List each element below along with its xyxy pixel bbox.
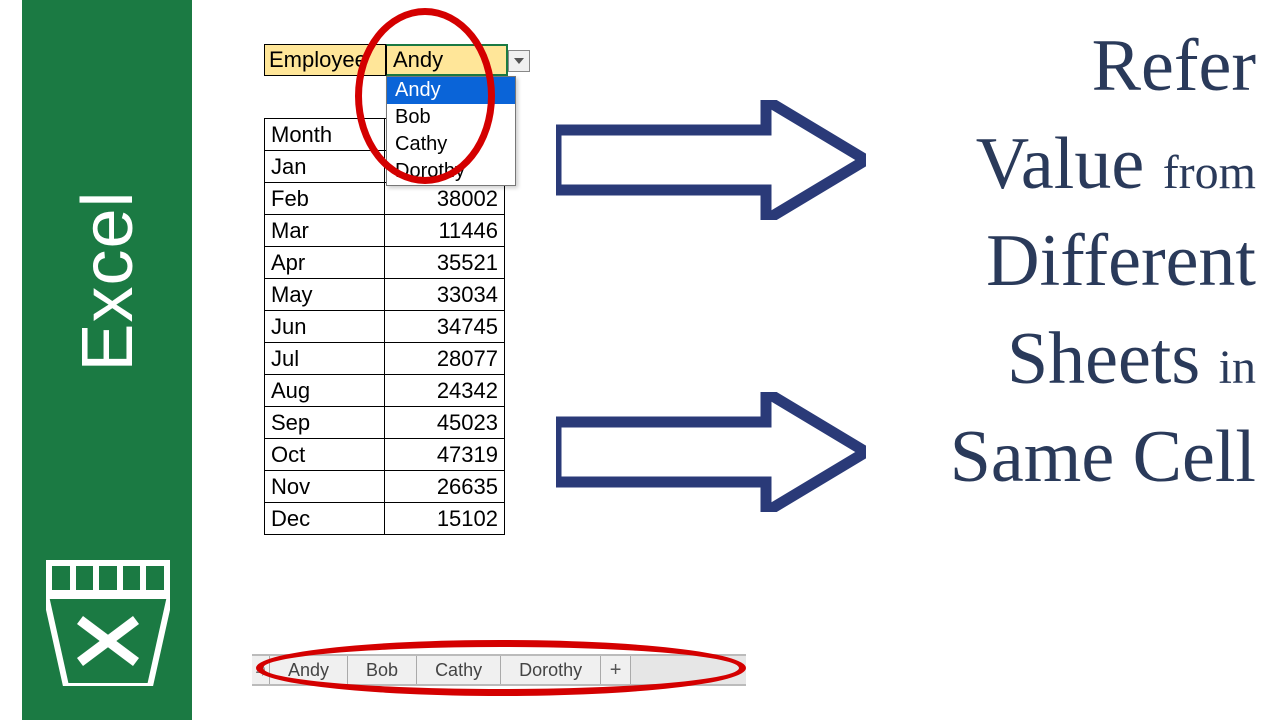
dropdown-toggle-icon[interactable] [508,50,530,72]
arrow-right-icon [556,100,866,220]
excel-banner: Excel [22,0,192,720]
title-line: Value from [856,116,1256,214]
employee-label-cell: Employee [264,44,386,76]
table-row: Dec15102 [265,503,505,535]
table-row: Sep45023 [265,407,505,439]
table-row: Jul28077 [265,343,505,375]
sheet-tab[interactable]: Cathy [417,656,501,684]
employee-dropdown-list[interactable]: Andy Bob Cathy Dorothy [386,76,516,186]
dropdown-option[interactable]: Dorothy [387,158,515,185]
sheet-tab[interactable]: Andy [270,656,348,684]
title-text: Refer Value from Different Sheets in Sam… [856,18,1256,506]
table-row: Feb38002 [265,183,505,215]
dropdown-option[interactable]: Andy [387,77,515,104]
title-line: Sheets in [856,311,1256,409]
title-line: Refer [856,18,1256,116]
employee-selected: Andy [393,47,443,73]
title-line: Same Cell [856,409,1256,507]
employee-value-cell[interactable]: Andy [386,44,508,76]
sheet-tab[interactable]: Dorothy [501,656,601,684]
table-row: Oct47319 [265,439,505,471]
table-header-month: Month [265,119,385,151]
sheet-tab-bar: 2) Andy Bob Cathy Dorothy + [252,654,746,686]
excel-file-icon [46,560,170,690]
dropdown-option[interactable]: Bob [387,104,515,131]
table-row: May33034 [265,279,505,311]
table-row: Mar11446 [265,215,505,247]
table-row: Aug24342 [265,375,505,407]
sheet-tab-stub[interactable]: 2) [252,656,270,684]
arrow-right-icon [556,392,866,512]
add-sheet-button[interactable]: + [601,656,631,684]
dropdown-option[interactable]: Cathy [387,131,515,158]
table-row: Jun34745 [265,311,505,343]
table-row: Apr35521 [265,247,505,279]
table-row: Nov26635 [265,471,505,503]
title-line: Different [856,213,1256,311]
employee-selector-row: Employee Andy [264,44,746,76]
sheet-tab[interactable]: Bob [348,656,417,684]
excel-label: Excel [67,181,149,381]
